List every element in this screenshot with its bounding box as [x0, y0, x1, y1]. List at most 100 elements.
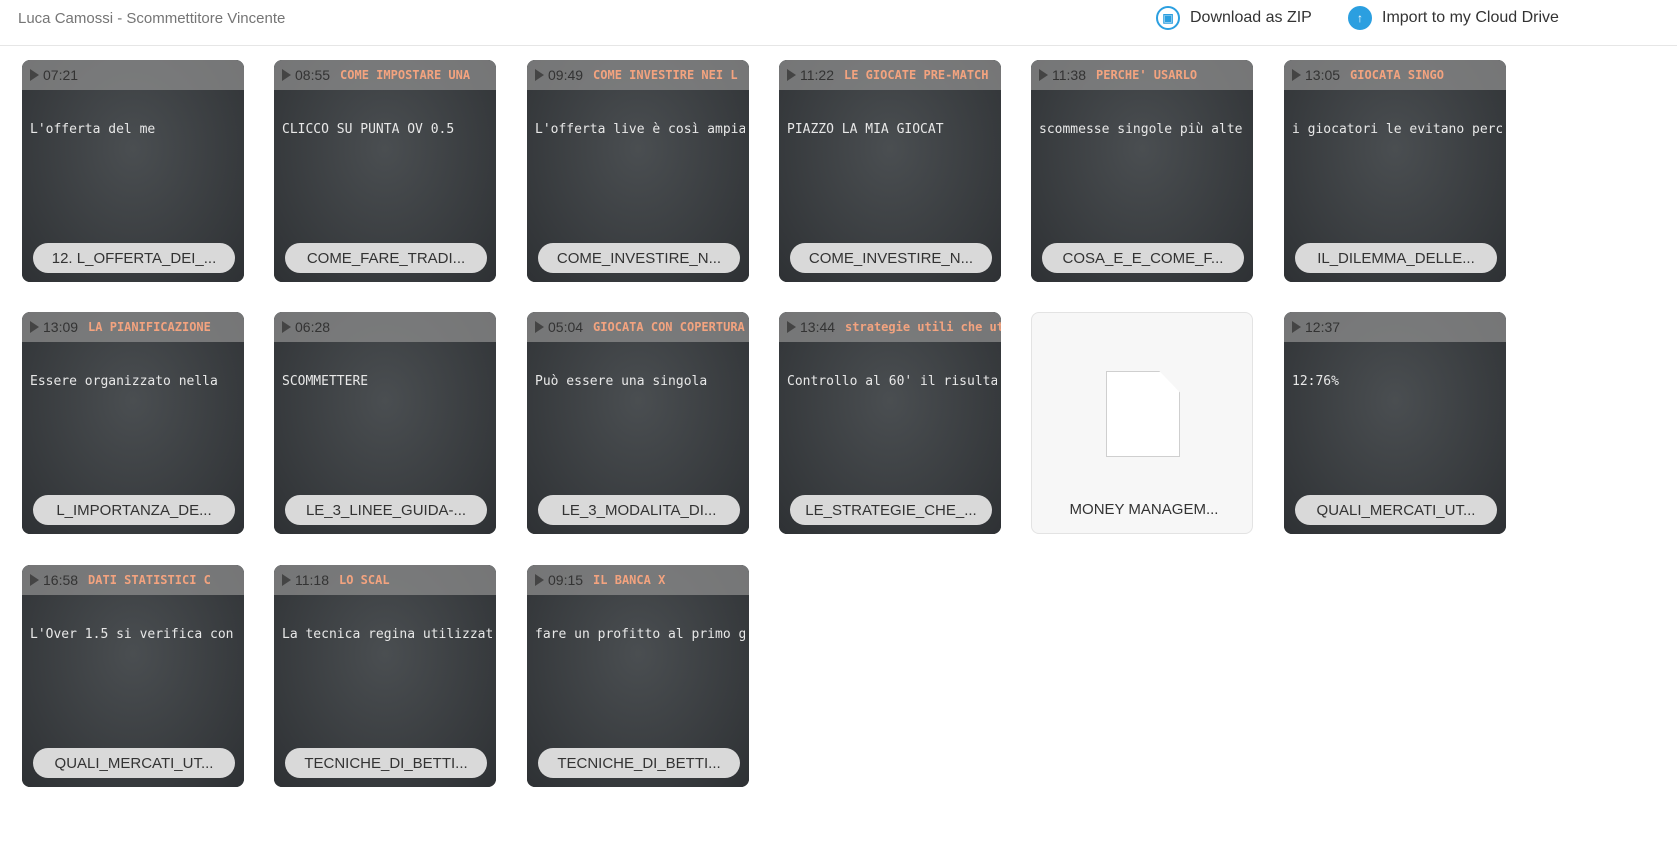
document-item[interactable]: MONEY MANAGEM... — [1031, 312, 1253, 534]
video-info-bar: 06:28 — [274, 312, 496, 342]
play-icon — [1292, 321, 1301, 333]
video-info-bar: 11:38 PERCHE' USARLO — [1031, 60, 1253, 90]
file-name: TECNICHE_DI_BETTI... — [538, 748, 740, 778]
play-icon — [1039, 69, 1048, 81]
video-duration: 11:18 — [295, 572, 329, 588]
video-item[interactable]: Controllo al 60' il risultat 13:44 strat… — [779, 312, 1001, 534]
video-info-bar: 07:21 — [22, 60, 244, 90]
video-duration: 07:21 — [43, 67, 79, 83]
video-info-bar: 13:44 strategie utili che utilizzo — [779, 312, 1001, 342]
file-name: IL_DILEMMA_DELLE... — [1295, 243, 1497, 273]
thumbnail-heading: LA PIANIFICAZIONE — [88, 320, 211, 334]
video-duration: 13:09 — [43, 319, 79, 335]
file-name: L_IMPORTANZA_DE... — [33, 495, 235, 525]
download-label: Download as ZIP — [1190, 9, 1312, 26]
thumbnail-text: fare un profitto al primo gol — [535, 627, 745, 642]
video-duration: 16:58 — [43, 572, 79, 588]
play-icon — [1292, 69, 1301, 81]
thumbnail-text: i giocatori le evitano perché — [1292, 122, 1502, 137]
video-info-bar: 16:58 DATI STATISTICI C — [22, 565, 244, 595]
video-duration: 11:22 — [800, 67, 834, 83]
video-info-bar: 09:49 COME INVESTIRE NEI L — [527, 60, 749, 90]
video-item[interactable]: fare un profitto al primo gol 09:15 IL B… — [527, 565, 749, 787]
thumbnail-text: CLICCO SU PUNTA OV 0.5 — [282, 122, 455, 137]
file-name: QUALI_MERCATI_UT... — [1295, 495, 1497, 525]
import-label: Import to my Cloud Drive — [1382, 9, 1559, 26]
thumbnail-heading: GIOCATA CON COPERTURA PR — [593, 320, 749, 334]
play-icon — [30, 321, 39, 333]
video-duration: 05:04 — [548, 319, 584, 335]
play-icon — [787, 321, 796, 333]
video-duration: 12:37 — [1305, 319, 1341, 335]
thumbnail-heading: DATI STATISTICI C — [88, 573, 211, 587]
thumbnail-heading: PERCHE' USARLO — [1096, 68, 1198, 82]
header: Luca Camossi - Scommettitore Vincente ▣ … — [0, 0, 1677, 46]
video-item[interactable]: CLICCO SU PUNTA OV 0.5 08:55 COME IMPOST… — [274, 60, 496, 282]
play-icon — [787, 69, 796, 81]
thumbnail-text: Controllo al 60' il risultat — [787, 374, 997, 389]
thumbnail-heading: GIOCATA SINGO — [1350, 68, 1444, 82]
video-item[interactable]: L'offerta live è così ampia c 09:49 COME… — [527, 60, 749, 282]
video-item[interactable]: scommesse singole più alte 11:38 PERCHE'… — [1031, 60, 1253, 282]
thumbnail-heading: COME INVESTIRE NEI L — [593, 68, 738, 82]
play-icon — [535, 321, 544, 333]
video-item[interactable]: PIAZZO LA MIA GIOCAT 11:22 LE GIOCATE PR… — [779, 60, 1001, 282]
file-name: COME_INVESTIRE_N... — [790, 243, 992, 273]
thumbnail-text: La tecnica regina utilizzata — [282, 627, 492, 642]
video-item[interactable]: La tecnica regina utilizzata 11:18 LO SC… — [274, 565, 496, 787]
video-duration: 13:05 — [1305, 67, 1341, 83]
video-info-bar: 11:18 LO SCAL — [274, 565, 496, 595]
video-item[interactable]: Può essere una singola 05:04 GIOCATA CON… — [527, 312, 749, 534]
file-name: QUALI_MERCATI_UT... — [33, 748, 235, 778]
video-info-bar: 11:22 LE GIOCATE PRE-MATCH — [779, 60, 1001, 90]
play-icon — [535, 574, 544, 586]
document-icon — [1106, 371, 1180, 457]
video-item[interactable]: L'offerta del me 07:21 12. L_OFFERTA_DEI… — [22, 60, 244, 282]
video-item[interactable]: 12:76% 12:37 QUALI_MERCATI_UT... — [1284, 312, 1506, 534]
thumbnail-text: SCOMMETTERE — [282, 374, 369, 389]
thumbnail-text: scommesse singole più alte — [1039, 122, 1243, 137]
video-item[interactable]: SCOMMETTERE 06:28 LE_3_LINEE_GUIDA-... — [274, 312, 496, 534]
thumbnail-text: 12:76% — [1292, 374, 1339, 389]
video-item[interactable]: Essere organizzato nella 13:09 LA PIANIF… — [22, 312, 244, 534]
video-item[interactable]: i giocatori le evitano perché 13:05 GIOC… — [1284, 60, 1506, 282]
video-duration: 09:15 — [548, 572, 584, 588]
file-name: COME_INVESTIRE_N... — [538, 243, 740, 273]
file-name: COME_FARE_TRADI... — [285, 243, 487, 273]
file-name: 12. L_OFFERTA_DEI_... — [33, 243, 235, 273]
video-info-bar: 09:15 IL BANCA X — [527, 565, 749, 595]
video-duration: 06:28 — [295, 319, 331, 335]
import-cloud-drive-button[interactable]: ↑ Import to my Cloud Drive — [1348, 6, 1559, 30]
video-info-bar: 08:55 COME IMPOSTARE UNA — [274, 60, 496, 90]
thumbnail-heading: LO SCAL — [339, 573, 390, 587]
video-info-bar: 13:09 LA PIANIFICAZIONE — [22, 312, 244, 342]
thumbnail-heading: COME IMPOSTARE UNA — [340, 68, 471, 82]
file-name: LE_3_MODALITA_DI... — [538, 495, 740, 525]
file-name: COSA_E_E_COME_F... — [1042, 243, 1244, 273]
play-icon — [282, 69, 291, 81]
thumbnail-text: Può essere una singola — [535, 374, 708, 389]
play-icon — [282, 574, 291, 586]
file-name: LE_STRATEGIE_CHE_... — [790, 495, 992, 525]
video-duration: 09:49 — [548, 67, 584, 83]
video-item[interactable]: L'Over 1.5 si verifica con 16:58 DATI ST… — [22, 565, 244, 787]
download-zip-button[interactable]: ▣ Download as ZIP — [1156, 6, 1312, 30]
video-duration: 13:44 — [800, 319, 836, 335]
file-name: TECNICHE_DI_BETTI... — [285, 748, 487, 778]
video-duration: 11:38 — [1052, 67, 1086, 83]
video-duration: 08:55 — [295, 67, 331, 83]
video-info-bar: 12:37 — [1284, 312, 1506, 342]
cloud-upload-icon: ↑ — [1348, 6, 1372, 30]
thumbnail-text: L'offerta live è così ampia c — [535, 122, 745, 137]
folder-title: Luca Camossi - Scommettitore Vincente — [18, 10, 286, 27]
file-name: LE_3_LINEE_GUIDA-... — [285, 495, 487, 525]
video-info-bar: 13:05 GIOCATA SINGO — [1284, 60, 1506, 90]
thumbnail-heading: strategie utili che utilizzo — [845, 320, 1001, 334]
thumbnail-heading: LE GIOCATE PRE-MATCH — [844, 68, 989, 82]
thumbnail-text: L'Over 1.5 si verifica con — [30, 627, 234, 642]
file-name: MONEY MANAGEM... — [1069, 500, 1219, 518]
thumbnail-text: L'offerta del me — [30, 122, 156, 137]
thumbnail-text: PIAZZO LA MIA GIOCAT — [787, 122, 944, 137]
play-icon — [282, 321, 291, 333]
play-icon — [30, 574, 39, 586]
